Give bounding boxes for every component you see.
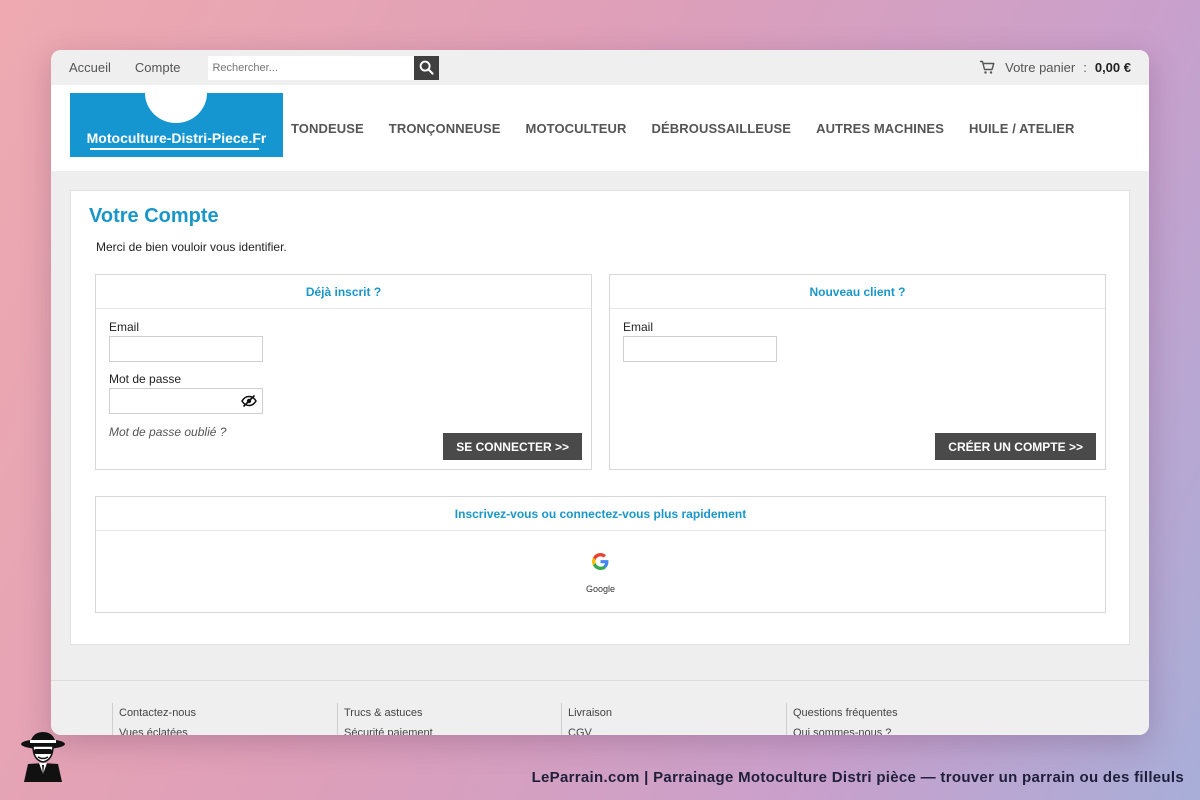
- site-footer: Contactez-nous Vues éclatées Trucs & ast…: [51, 680, 1149, 735]
- top-bar: Accueil Compte Votre panier : 0,00 €: [51, 50, 1149, 85]
- login-email-field[interactable]: [109, 336, 263, 362]
- nav-link-compte[interactable]: Compte: [135, 60, 181, 75]
- search-icon: [420, 60, 435, 75]
- social-heading: Inscrivez-vous ou connectez-vous plus ra…: [96, 497, 1105, 531]
- logo-underline: [90, 148, 259, 150]
- footer-link-vues-eclatees[interactable]: Vues éclatées: [119, 725, 196, 735]
- login-button[interactable]: SE CONNECTER >>: [443, 433, 582, 460]
- nav-item-motoculteur[interactable]: MOTOCULTEUR: [526, 121, 627, 136]
- social-login-box: Inscrivez-vous ou connectez-vous plus ra…: [95, 496, 1106, 613]
- footer-column: Contactez-nous Vues éclatées: [112, 703, 196, 735]
- footer-column: Trucs & astuces Sécurité paiement: [337, 703, 433, 735]
- register-heading: Nouveau client ?: [610, 275, 1105, 309]
- cart-summary[interactable]: Votre panier : 0,00 €: [979, 50, 1131, 85]
- nav-item-debroussailleuse[interactable]: DÉBROUSSAILLEUSE: [652, 121, 792, 136]
- cart-amount: 0,00 €: [1094, 60, 1131, 75]
- google-icon: [592, 553, 609, 570]
- password-label: Mot de passe: [109, 372, 182, 386]
- register-email-label: Email: [623, 320, 654, 334]
- nav-item-tronconneuse[interactable]: TRONÇONNEUSE: [389, 121, 501, 136]
- cart-separator: :: [1083, 60, 1087, 75]
- nav-item-autres-machines[interactable]: AUTRES MACHINES: [816, 121, 944, 136]
- login-email-label: Email: [109, 320, 140, 334]
- cart-icon: [979, 60, 995, 75]
- search-button[interactable]: [414, 55, 440, 80]
- footer-column: Livraison CGV: [561, 703, 612, 735]
- footer-link-trucs-astuces[interactable]: Trucs & astuces: [344, 705, 433, 721]
- site-header: Motoculture-Distri-Piece.Fr TONDEUSE TRO…: [51, 85, 1149, 171]
- nav-item-tondeuse[interactable]: TONDEUSE: [291, 121, 364, 136]
- login-heading: Déjà inscrit ?: [96, 275, 591, 309]
- nav-item-huile-atelier[interactable]: HUILE / ATELIER: [969, 121, 1075, 136]
- forgot-password-link[interactable]: Mot de passe oublié ?: [109, 425, 226, 439]
- create-account-button[interactable]: CRÉER UN COMPTE >>: [935, 433, 1096, 460]
- footer-link-livraison[interactable]: Livraison: [568, 705, 612, 721]
- logo-circle: [145, 93, 207, 123]
- footer-link-contact[interactable]: Contactez-nous: [119, 705, 196, 721]
- nav-link-accueil[interactable]: Accueil: [69, 60, 111, 75]
- google-label: Google: [585, 584, 616, 594]
- login-box: Déjà inscrit ? Email Mot de passe Mot de…: [95, 274, 592, 470]
- eye-off-icon[interactable]: [241, 394, 257, 413]
- main-nav: TONDEUSE TRONÇONNEUSE MOTOCULTEUR DÉBROU…: [291, 85, 1099, 171]
- detective-mascot-icon: [18, 730, 68, 787]
- register-box: Nouveau client ? Email CRÉER UN COMPTE >…: [609, 274, 1106, 470]
- browser-window: Accueil Compte Votre panier : 0,00 €: [51, 50, 1149, 735]
- password-field[interactable]: [109, 388, 263, 414]
- google-login-button[interactable]: Google: [96, 553, 1105, 594]
- search-bar: [208, 55, 440, 80]
- footer-link-faq[interactable]: Questions fréquentes: [793, 705, 898, 721]
- logo-text: Motoculture-Distri-Piece.Fr: [86, 130, 267, 146]
- site-logo[interactable]: Motoculture-Distri-Piece.Fr: [70, 93, 283, 157]
- search-input[interactable]: [208, 55, 415, 80]
- footer-link-securite-paiement[interactable]: Sécurité paiement: [344, 725, 433, 735]
- cart-label: Votre panier: [1005, 60, 1076, 75]
- footer-link-cgv[interactable]: CGV: [568, 725, 612, 735]
- account-card: Votre Compte Merci de bien vouloir vous …: [70, 190, 1130, 645]
- page-title: Votre Compte: [89, 205, 219, 227]
- footer-column: Questions fréquentes Qui sommes-nous ?: [786, 703, 898, 735]
- brand-caption: LeParrain.com | Parrainage Motoculture D…: [531, 769, 1184, 786]
- intro-text: Merci de bien vouloir vous identifier.: [96, 240, 287, 254]
- footer-link-qui-sommes-nous[interactable]: Qui sommes-nous ?: [793, 725, 898, 735]
- register-email-field[interactable]: [623, 336, 777, 362]
